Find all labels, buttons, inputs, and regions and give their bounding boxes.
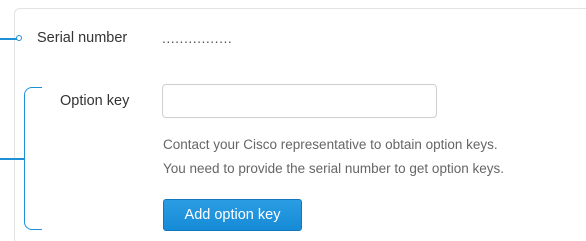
option-key-input[interactable] — [162, 84, 437, 118]
serial-number-label: Serial number — [37, 30, 128, 46]
serial-callout-line — [0, 38, 17, 40]
serial-number-value: ................ — [162, 30, 233, 46]
option-key-bracket — [24, 87, 42, 230]
help-text-line-1: Contact your Cisco representative to obt… — [163, 137, 498, 152]
add-option-key-button[interactable]: Add option key — [163, 199, 302, 231]
option-key-callout-line — [0, 158, 24, 160]
option-key-label: Option key — [60, 93, 130, 109]
serial-callout-dot — [16, 35, 22, 41]
help-text-line-2: You need to provide the serial number to… — [163, 161, 504, 176]
option-keys-view: Serial number ................ Option ke… — [0, 0, 586, 241]
